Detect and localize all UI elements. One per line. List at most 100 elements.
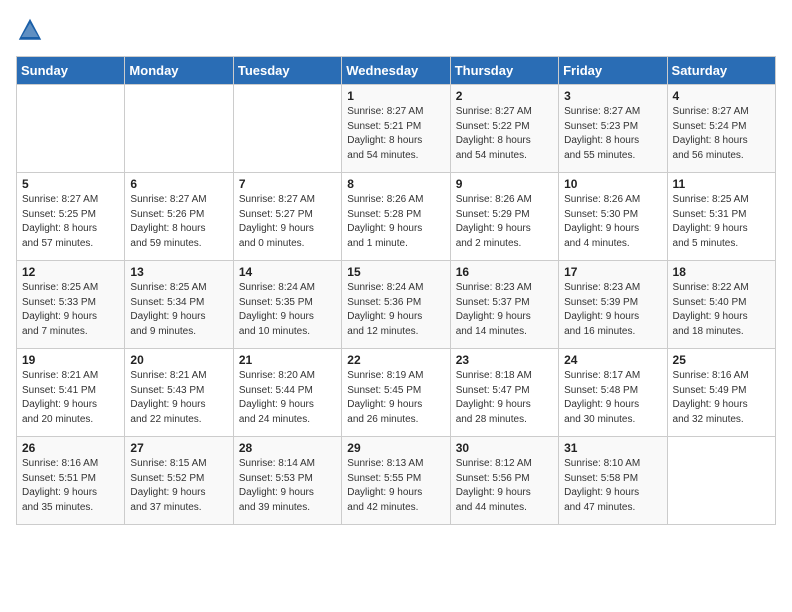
calendar-cell: 17 Sunrise: 8:23 AM Sunset: 5:39 PM Dayli… <box>559 261 667 349</box>
day-info: Sunrise: 8:25 AM Sunset: 5:34 PM Dayligh… <box>130 282 206 337</box>
day-number: 25 <box>673 353 770 367</box>
day-number: 31 <box>564 441 661 455</box>
calendar-cell: 24 Sunrise: 8:17 AM Sunset: 5:48 PM Dayli… <box>559 349 667 437</box>
col-header-thursday: Thursday <box>450 57 558 85</box>
calendar-cell: 7 Sunrise: 8:27 AM Sunset: 5:27 PM Daylig… <box>233 173 341 261</box>
calendar-cell: 4 Sunrise: 8:27 AM Sunset: 5:24 PM Daylig… <box>667 85 775 173</box>
day-info: Sunrise: 8:26 AM Sunset: 5:29 PM Dayligh… <box>456 194 532 249</box>
day-info: Sunrise: 8:23 AM Sunset: 5:37 PM Dayligh… <box>456 282 532 337</box>
day-number: 22 <box>347 353 444 367</box>
calendar-cell: 18 Sunrise: 8:22 AM Sunset: 5:40 PM Dayli… <box>667 261 775 349</box>
calendar-cell: 14Sunrise: 8:24 AM Sunset: 5:35 PM Dayli… <box>233 261 341 349</box>
day-info: Sunrise: 8:16 AM Sunset: 5:51 PM Dayligh… <box>22 458 98 513</box>
day-number: 29 <box>347 441 444 455</box>
day-info: Sunrise: 8:10 AM Sunset: 5:58 PM Dayligh… <box>564 458 640 513</box>
day-number: 15 <box>347 265 444 279</box>
day-info: Sunrise: 8:15 AM Sunset: 5:52 PM Dayligh… <box>130 458 206 513</box>
calendar-cell: 16 Sunrise: 8:23 AM Sunset: 5:37 PM Dayli… <box>450 261 558 349</box>
calendar-cell: 12 Sunrise: 8:25 AM Sunset: 5:33 PM Dayli… <box>17 261 125 349</box>
day-number: 5 <box>22 177 119 191</box>
calendar-cell: 9 Sunrise: 8:26 AM Sunset: 5:29 PM Daylig… <box>450 173 558 261</box>
calendar-cell: 19 Sunrise: 8:21 AM Sunset: 5:41 PM Dayli… <box>17 349 125 437</box>
col-header-tuesday: Tuesday <box>233 57 341 85</box>
calendar-cell: 10Sunrise: 8:26 AM Sunset: 5:30 PM Dayli… <box>559 173 667 261</box>
calendar-cell: 22 Sunrise: 8:19 AM Sunset: 5:45 PM Dayli… <box>342 349 450 437</box>
day-info: Sunrise: 8:18 AM Sunset: 5:47 PM Dayligh… <box>456 370 532 425</box>
calendar-cell: 8 Sunrise: 8:26 AM Sunset: 5:28 PM Daylig… <box>342 173 450 261</box>
day-number: 2 <box>456 89 553 103</box>
col-header-sunday: Sunday <box>17 57 125 85</box>
day-number: 1 <box>347 89 444 103</box>
day-info: Sunrise: 8:12 AM Sunset: 5:56 PM Dayligh… <box>456 458 532 513</box>
day-number: 10 <box>564 177 661 191</box>
day-number: 19 <box>22 353 119 367</box>
day-info: Sunrise: 8:27 AM Sunset: 5:25 PM Dayligh… <box>22 194 98 249</box>
calendar-cell: 11 Sunrise: 8:25 AM Sunset: 5:31 PM Dayli… <box>667 173 775 261</box>
calendar-cell: 13Sunrise: 8:25 AM Sunset: 5:34 PM Dayli… <box>125 261 233 349</box>
day-info: Sunrise: 8:24 AM Sunset: 5:36 PM Dayligh… <box>347 282 423 337</box>
day-info: Sunrise: 8:27 AM Sunset: 5:21 PM Dayligh… <box>347 106 423 161</box>
day-number: 18 <box>673 265 770 279</box>
col-header-wednesday: Wednesday <box>342 57 450 85</box>
calendar-cell: 21 Sunrise: 8:20 AM Sunset: 5:44 PM Dayli… <box>233 349 341 437</box>
day-info: Sunrise: 8:23 AM Sunset: 5:39 PM Dayligh… <box>564 282 640 337</box>
day-info: Sunrise: 8:14 AM Sunset: 5:53 PM Dayligh… <box>239 458 315 513</box>
day-number: 3 <box>564 89 661 103</box>
day-info: Sunrise: 8:24 AM Sunset: 5:35 PM Dayligh… <box>239 282 315 337</box>
calendar-cell: 26 Sunrise: 8:16 AM Sunset: 5:51 PM Dayli… <box>17 437 125 525</box>
day-number: 16 <box>456 265 553 279</box>
calendar-cell: 2 Sunrise: 8:27 AM Sunset: 5:22 PM Daylig… <box>450 85 558 173</box>
day-info: Sunrise: 8:27 AM Sunset: 5:27 PM Dayligh… <box>239 194 315 249</box>
day-number: 4 <box>673 89 770 103</box>
calendar-cell <box>667 437 775 525</box>
calendar-cell: 31 Sunrise: 8:10 AM Sunset: 5:58 PM Dayli… <box>559 437 667 525</box>
day-number: 30 <box>456 441 553 455</box>
calendar-cell <box>125 85 233 173</box>
day-info: Sunrise: 8:27 AM Sunset: 5:23 PM Dayligh… <box>564 106 640 161</box>
day-info: Sunrise: 8:27 AM Sunset: 5:26 PM Dayligh… <box>130 194 206 249</box>
day-info: Sunrise: 8:25 AM Sunset: 5:33 PM Dayligh… <box>22 282 98 337</box>
day-info: Sunrise: 8:16 AM Sunset: 5:49 PM Dayligh… <box>673 370 749 425</box>
day-number: 26 <box>22 441 119 455</box>
calendar-cell: 20 Sunrise: 8:21 AM Sunset: 5:43 PM Dayli… <box>125 349 233 437</box>
logo <box>16 16 46 44</box>
page-header <box>16 16 776 44</box>
day-info: Sunrise: 8:26 AM Sunset: 5:28 PM Dayligh… <box>347 194 423 249</box>
day-number: 23 <box>456 353 553 367</box>
day-info: Sunrise: 8:21 AM Sunset: 5:43 PM Dayligh… <box>130 370 206 425</box>
calendar-cell: 30 Sunrise: 8:12 AM Sunset: 5:56 PM Dayli… <box>450 437 558 525</box>
day-info: Sunrise: 8:27 AM Sunset: 5:24 PM Dayligh… <box>673 106 749 161</box>
day-info: Sunrise: 8:21 AM Sunset: 5:41 PM Dayligh… <box>22 370 98 425</box>
day-info: Sunrise: 8:22 AM Sunset: 5:40 PM Dayligh… <box>673 282 749 337</box>
day-number: 21 <box>239 353 336 367</box>
calendar-cell: 3 Sunrise: 8:27 AM Sunset: 5:23 PM Daylig… <box>559 85 667 173</box>
day-number: 17 <box>564 265 661 279</box>
calendar-cell: 27Sunrise: 8:15 AM Sunset: 5:52 PM Dayli… <box>125 437 233 525</box>
day-number: 24 <box>564 353 661 367</box>
calendar-cell <box>233 85 341 173</box>
day-number: 7 <box>239 177 336 191</box>
day-info: Sunrise: 8:25 AM Sunset: 5:31 PM Dayligh… <box>673 194 749 249</box>
calendar-cell: 5 Sunrise: 8:27 AM Sunset: 5:25 PM Daylig… <box>17 173 125 261</box>
col-header-saturday: Saturday <box>667 57 775 85</box>
day-number: 6 <box>130 177 227 191</box>
calendar-cell: 23 Sunrise: 8:18 AM Sunset: 5:47 PM Dayli… <box>450 349 558 437</box>
col-header-monday: Monday <box>125 57 233 85</box>
day-info: Sunrise: 8:27 AM Sunset: 5:22 PM Dayligh… <box>456 106 532 161</box>
logo-icon <box>16 16 44 44</box>
day-number: 11 <box>673 177 770 191</box>
calendar-cell: 25 Sunrise: 8:16 AM Sunset: 5:49 PM Dayli… <box>667 349 775 437</box>
calendar-cell: 1 Sunrise: 8:27 AM Sunset: 5:21 PM Daylig… <box>342 85 450 173</box>
calendar-cell: 15 Sunrise: 8:24 AM Sunset: 5:36 PM Dayli… <box>342 261 450 349</box>
day-number: 8 <box>347 177 444 191</box>
col-header-friday: Friday <box>559 57 667 85</box>
calendar-cell: 6 Sunrise: 8:27 AM Sunset: 5:26 PM Daylig… <box>125 173 233 261</box>
day-number: 12 <box>22 265 119 279</box>
day-info: Sunrise: 8:17 AM Sunset: 5:48 PM Dayligh… <box>564 370 640 425</box>
calendar-cell: 28Sunrise: 8:14 AM Sunset: 5:53 PM Dayli… <box>233 437 341 525</box>
day-info: Sunrise: 8:20 AM Sunset: 5:44 PM Dayligh… <box>239 370 315 425</box>
day-number: 9 <box>456 177 553 191</box>
day-number: 20 <box>130 353 227 367</box>
day-info: Sunrise: 8:13 AM Sunset: 5:55 PM Dayligh… <box>347 458 423 513</box>
day-info: Sunrise: 8:19 AM Sunset: 5:45 PM Dayligh… <box>347 370 423 425</box>
